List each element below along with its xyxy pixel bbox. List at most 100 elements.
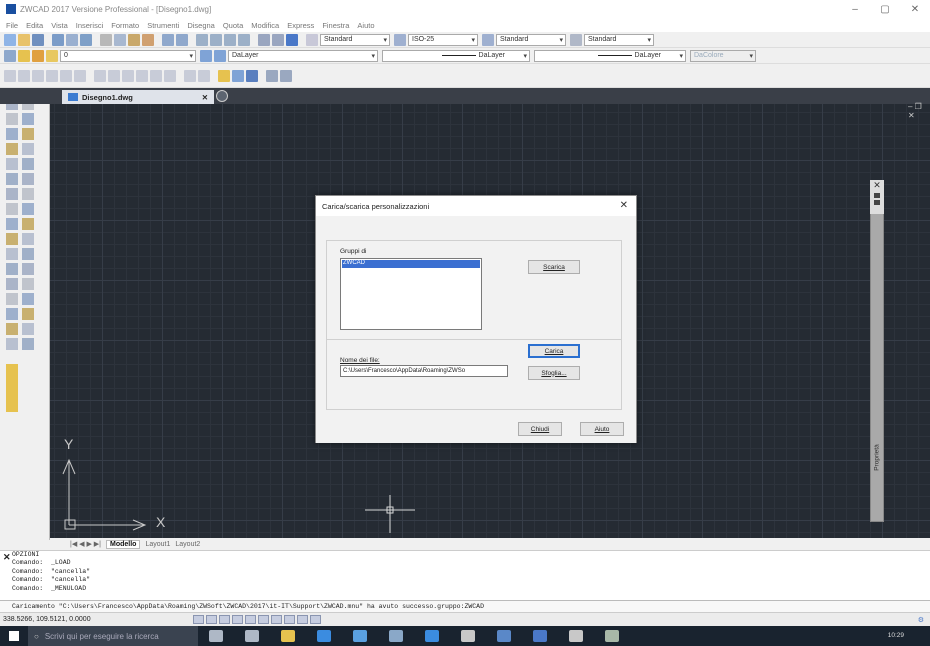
maximize-button[interactable]: ▢ bbox=[870, 0, 900, 18]
layer-state-icon[interactable] bbox=[18, 49, 30, 62]
redo-icon[interactable] bbox=[176, 33, 188, 46]
design-center-icon[interactable] bbox=[272, 33, 284, 46]
tab-layout2[interactable]: Layout2 bbox=[175, 541, 200, 548]
tab-layout1[interactable]: Layout1 bbox=[145, 541, 170, 548]
left-tool-icon[interactable] bbox=[22, 203, 34, 215]
menu-strumenti[interactable]: Strumenti bbox=[147, 21, 179, 30]
left-tool-icon[interactable] bbox=[6, 158, 18, 170]
match-properties-icon[interactable] bbox=[142, 33, 154, 46]
help-icon[interactable] bbox=[286, 33, 298, 46]
menu-formato[interactable]: Formato bbox=[111, 21, 139, 30]
groups-list[interactable]: ZWCAD bbox=[340, 258, 482, 330]
perpendicular-icon[interactable] bbox=[136, 69, 148, 82]
left-tool-icon[interactable] bbox=[6, 113, 18, 125]
scarica-button[interactable]: Scarica bbox=[528, 260, 580, 274]
left-tool-icon[interactable] bbox=[6, 338, 18, 350]
dialog-close-icon[interactable]: ✕ bbox=[620, 200, 628, 211]
publish-icon[interactable] bbox=[80, 33, 92, 46]
app2-icon[interactable] bbox=[497, 630, 511, 642]
left-tool-icon[interactable] bbox=[22, 293, 34, 305]
insert-icon[interactable] bbox=[232, 69, 244, 82]
region-icon[interactable] bbox=[164, 69, 176, 82]
zoom-window-icon[interactable] bbox=[224, 33, 236, 46]
palette-close-icon[interactable]: ✕ bbox=[870, 180, 884, 191]
app-icon[interactable] bbox=[461, 630, 475, 642]
properties-palette[interactable] bbox=[870, 180, 884, 522]
command-input[interactable]: Caricamento "C:\Users\Francesco\AppData\… bbox=[0, 600, 930, 612]
menu-inserisci[interactable]: Inserisci bbox=[76, 21, 104, 30]
menu-express[interactable]: Express bbox=[287, 21, 314, 30]
lineweight-select[interactable]: DaLayer ▾ bbox=[534, 49, 686, 62]
hatch-icon[interactable] bbox=[266, 69, 278, 82]
layer-tool-icon[interactable] bbox=[6, 400, 18, 412]
windows-start-icon[interactable] bbox=[0, 631, 28, 641]
donut-icon[interactable] bbox=[108, 69, 120, 82]
carica-button[interactable]: Carica bbox=[528, 344, 580, 358]
left-tool-icon[interactable] bbox=[6, 128, 18, 140]
left-tool-icon[interactable] bbox=[22, 263, 34, 275]
canvas-window-controls[interactable]: – ❐ ✕ bbox=[908, 102, 930, 120]
workspace-gear-icon[interactable]: ⚙ bbox=[918, 616, 924, 624]
left-tool-icon[interactable] bbox=[22, 128, 34, 140]
dim-style-select[interactable]: ISO-25 ▾ bbox=[408, 33, 478, 46]
mail-icon[interactable] bbox=[389, 630, 403, 642]
command-close-icon[interactable]: ✕ bbox=[3, 552, 11, 563]
table-style-select[interactable]: Standard ▾ bbox=[496, 33, 566, 46]
left-tool-icon[interactable] bbox=[6, 173, 18, 185]
sfoglia-button[interactable]: Sfoglia... bbox=[528, 366, 580, 380]
tab-disegno1[interactable]: Disegno1.dwg ✕ bbox=[62, 90, 214, 104]
save-icon[interactable] bbox=[32, 33, 44, 46]
multiline-icon[interactable] bbox=[46, 69, 58, 82]
table-icon[interactable] bbox=[246, 69, 258, 82]
lineweight-toggle[interactable] bbox=[284, 615, 295, 624]
menu-modifica[interactable]: Modifica bbox=[251, 21, 279, 30]
print-icon[interactable] bbox=[52, 33, 64, 46]
otrack-toggle[interactable] bbox=[258, 615, 269, 624]
sketch-icon[interactable] bbox=[150, 69, 162, 82]
layer-tool-icon[interactable] bbox=[6, 388, 18, 400]
revcloud-icon[interactable] bbox=[198, 69, 210, 82]
tpy-toggle[interactable] bbox=[297, 615, 308, 624]
left-tool-icon[interactable] bbox=[22, 218, 34, 230]
taskbar-clock[interactable]: 10:29 bbox=[888, 632, 930, 640]
left-tool-icon[interactable] bbox=[6, 293, 18, 305]
color-select[interactable]: DaLayer ▾ bbox=[228, 49, 378, 62]
layer-freeze-icon[interactable] bbox=[32, 49, 44, 62]
left-tool-icon[interactable] bbox=[6, 218, 18, 230]
tab-modello[interactable]: Modello bbox=[106, 539, 141, 549]
menu-file[interactable]: File bbox=[6, 21, 18, 30]
paste-icon[interactable] bbox=[128, 33, 140, 46]
left-tool-icon[interactable] bbox=[22, 188, 34, 200]
left-tool-icon[interactable] bbox=[22, 173, 34, 185]
left-tool-icon[interactable] bbox=[22, 323, 34, 335]
preview-icon[interactable] bbox=[66, 33, 78, 46]
layer-select[interactable]: 0 ▾ bbox=[60, 49, 196, 62]
new-tab-button[interactable] bbox=[216, 90, 228, 102]
osnap-toggle[interactable] bbox=[245, 615, 256, 624]
circle-icon[interactable] bbox=[94, 69, 106, 82]
zoom-previous-icon[interactable] bbox=[238, 33, 250, 46]
edge-icon[interactable] bbox=[317, 630, 331, 642]
zoom-icon[interactable] bbox=[210, 33, 222, 46]
menu-aiuto[interactable]: Aiuto bbox=[357, 21, 374, 30]
zwcad-task-icon[interactable] bbox=[533, 630, 547, 642]
make-current-icon[interactable] bbox=[200, 49, 212, 62]
mic-icon[interactable] bbox=[209, 630, 223, 642]
store-icon[interactable] bbox=[353, 630, 367, 642]
text-style-select[interactable]: Standard ▾ bbox=[320, 33, 390, 46]
left-tool-icon[interactable] bbox=[6, 263, 18, 275]
left-tool-icon[interactable] bbox=[6, 188, 18, 200]
left-tool-icon[interactable] bbox=[6, 308, 18, 320]
taskbar-search[interactable]: ○ Scrivi qui per eseguire la ricerca bbox=[28, 626, 198, 646]
ray-icon[interactable] bbox=[18, 69, 30, 82]
pan-icon[interactable] bbox=[196, 33, 208, 46]
plotstyle-select[interactable]: DaColore ▾ bbox=[690, 49, 756, 62]
aiuto-button[interactable]: Aiuto bbox=[580, 422, 624, 436]
palette-autohide-icon[interactable] bbox=[874, 193, 880, 198]
ortho-toggle[interactable] bbox=[219, 615, 230, 624]
layout-nav-buttons[interactable]: |◀ ◀ ▶ ▶| bbox=[70, 540, 101, 548]
app4-icon[interactable] bbox=[605, 630, 619, 642]
text-icon[interactable] bbox=[280, 69, 292, 82]
close-button[interactable]: ✕ bbox=[900, 0, 930, 18]
close-tab-icon[interactable]: ✕ bbox=[202, 93, 208, 102]
